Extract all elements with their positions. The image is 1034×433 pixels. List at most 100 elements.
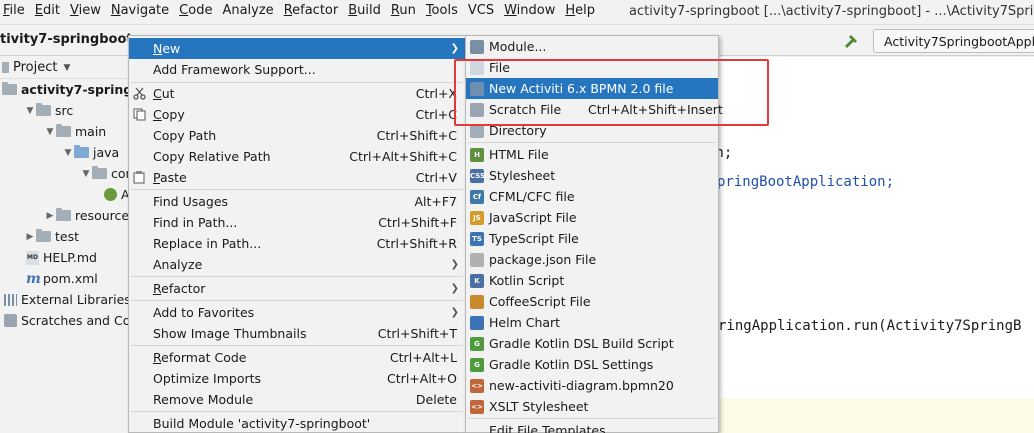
cut-icon: [133, 87, 147, 100]
menu-item-cut[interactable]: Cut Ctrl+X: [129, 83, 465, 104]
menu-item-label: Find in Path...: [153, 215, 238, 230]
menu-view[interactable]: View: [66, 0, 107, 22]
tree-item-java[interactable]: ▼ java: [62, 142, 119, 163]
tree-item-main[interactable]: ▼ main: [44, 121, 106, 142]
menu-item-reformat-code[interactable]: Reformat Code Ctrl+Alt+L: [129, 347, 465, 368]
submenu-item-label: Stylesheet: [489, 168, 556, 183]
menu-refactor[interactable]: Refactor: [280, 0, 345, 22]
helm-chart-icon: [470, 316, 484, 330]
chevron-right-icon[interactable]: ▶: [24, 232, 36, 242]
menu-item-add-framework-support[interactable]: Add Framework Support...: [129, 59, 465, 80]
menu-item-copy-path[interactable]: Copy Path Ctrl+Shift+C: [129, 125, 465, 146]
tree-item-label: External Libraries: [21, 292, 131, 307]
submenu-item-helm-chart[interactable]: Helm Chart: [466, 312, 718, 333]
submenu-item-gradle-kotlin-dsl-settings[interactable]: G Gradle Kotlin DSL Settings: [466, 354, 718, 375]
menu-item-label: Paste: [153, 170, 187, 185]
menu-item-copy-relative-path[interactable]: Copy Relative Path Ctrl+Alt+Shift+C: [129, 146, 465, 167]
submenu-item-javascript-file[interactable]: JS JavaScript File: [466, 207, 718, 228]
menu-item-find-in-path[interactable]: Find in Path... Ctrl+Shift+F: [129, 212, 465, 233]
menu-tools[interactable]: Tools: [422, 0, 464, 22]
tree-item-test[interactable]: ▶ test: [24, 226, 79, 247]
menu-item-paste[interactable]: Paste Ctrl+V: [129, 167, 465, 188]
menu-item-optimize-imports[interactable]: Optimize Imports Ctrl+Alt+O: [129, 368, 465, 389]
project-panel-header[interactable]: Project ▼: [0, 57, 130, 79]
project-breadcrumb[interactable]: tivity7-springboot: [0, 32, 133, 47]
menu-item-add-to-favorites[interactable]: Add to Favorites ❯: [129, 302, 465, 323]
menu-file[interactable]: File: [0, 0, 31, 22]
tree-item-scratches[interactable]: Scratches and Cor: [4, 310, 135, 331]
menu-item-refactor[interactable]: Refactor ❯: [129, 278, 465, 299]
directory-icon: [470, 124, 484, 138]
submenu-item-label: Module...: [489, 39, 547, 54]
submenu-item-label: package.json File: [489, 252, 597, 267]
submenu-item-coffeescript-file[interactable]: CoffeeScript File: [466, 291, 718, 312]
menu-window[interactable]: Window: [500, 0, 561, 22]
menu-item-shortcut: Ctrl+Alt+Shift+C: [349, 149, 457, 164]
menu-edit[interactable]: Edit: [31, 0, 66, 22]
submenu-item-html-file[interactable]: H HTML File: [466, 144, 718, 165]
menu-item-analyze[interactable]: Analyze ❯: [129, 254, 465, 275]
menu-item-label: Optimize Imports: [153, 371, 262, 386]
menu-item-show-image-thumbnails[interactable]: Show Image Thumbnails Ctrl+Shift+T: [129, 323, 465, 344]
chevron-down-icon[interactable]: ▼: [24, 106, 36, 116]
submenu-item-stylesheet[interactable]: CSS Stylesheet: [466, 165, 718, 186]
chevron-down-icon[interactable]: ▼: [44, 127, 56, 137]
run-configuration-selector[interactable]: Activity7SpringbootApplication: [873, 29, 1034, 53]
submenu-item-typescript-file[interactable]: TS TypeScript File: [466, 228, 718, 249]
menu-separator: [131, 300, 463, 301]
xslt-file-icon: <>: [470, 400, 484, 414]
paste-icon: [133, 171, 147, 184]
tree-item-resources[interactable]: ▶ resource: [44, 205, 129, 226]
menu-vcs[interactable]: VCS: [464, 0, 500, 22]
menu-item-copy[interactable]: Copy Ctrl+C: [129, 104, 465, 125]
chevron-down-icon[interactable]: ▼: [80, 169, 92, 179]
menu-item-label: Copy: [153, 107, 185, 122]
build-hammer-icon[interactable]: [843, 32, 861, 53]
chevron-right-icon[interactable]: ▶: [44, 211, 56, 221]
submenu-item-edit-file-templates[interactable]: Edit File Templates...: [466, 420, 718, 433]
menu-item-shortcut: Ctrl+X: [415, 86, 457, 101]
menu-analyze[interactable]: Analyze: [218, 0, 279, 22]
submenu-item-gradle-kotlin-dsl-build-script[interactable]: G Gradle Kotlin DSL Build Script: [466, 333, 718, 354]
menu-build[interactable]: Build: [344, 0, 387, 22]
chevron-right-icon: ❯: [450, 307, 459, 318]
submenu-item-new-activiti-diagram-bpmn20[interactable]: <> new-activiti-diagram.bpmn20: [466, 375, 718, 396]
submenu-item-label: Edit File Templates...: [489, 423, 618, 433]
submenu-item-xslt-stylesheet[interactable]: <> XSLT Stylesheet: [466, 396, 718, 417]
code-line: pringBootApplication;: [717, 174, 895, 190]
submenu-item-label: TypeScript File: [489, 231, 579, 246]
menu-code[interactable]: Code: [175, 0, 218, 22]
tree-item-help-md[interactable]: MD HELP.md: [26, 247, 97, 268]
tree-item-src[interactable]: ▼ src: [24, 100, 73, 121]
menu-item-shortcut: Ctrl+V: [415, 170, 457, 185]
submenu-item-kotlin-script[interactable]: K Kotlin Script: [466, 270, 718, 291]
copy-icon: [133, 108, 147, 121]
menu-item-label: Remove Module: [153, 392, 254, 407]
menu-help[interactable]: Help: [561, 0, 601, 22]
tree-item-external-libraries[interactable]: External Libraries: [4, 289, 131, 310]
menu-item-replace-in-path[interactable]: Replace in Path... Ctrl+Shift+R: [129, 233, 465, 254]
menu-run[interactable]: Run: [387, 0, 422, 22]
menu-item-label: New: [153, 41, 181, 56]
menu-item-label: Replace in Path...: [153, 236, 262, 251]
menu-item-label: Add to Favorites: [153, 305, 255, 320]
submenu-item-module[interactable]: Module...: [466, 36, 718, 57]
submenu-item-label: HTML File: [489, 147, 549, 162]
menu-navigate[interactable]: Navigate: [107, 0, 175, 22]
resources-folder-icon: [56, 208, 71, 221]
libraries-icon: [4, 293, 17, 306]
submenu-item-cfml-cfc-file[interactable]: Cf CFML/CFC file: [466, 186, 718, 207]
project-panel-icon: [2, 62, 9, 73]
chevron-down-icon[interactable]: ▼: [62, 148, 74, 158]
chevron-down-icon[interactable]: ▼: [63, 63, 70, 73]
tree-item-pom-xml[interactable]: m pom.xml: [26, 268, 98, 289]
menu-item-remove-module[interactable]: Remove Module Delete: [129, 389, 465, 410]
menu-item-find-usages[interactable]: Find Usages Alt+F7: [129, 191, 465, 212]
menu-item-new[interactable]: New ❯: [129, 38, 465, 59]
source-folder-icon: [74, 145, 89, 158]
submenu-item-package-json-file[interactable]: package.json File: [466, 249, 718, 270]
tree-item-application-class[interactable]: A: [104, 184, 130, 205]
submenu-item-label: Helm Chart: [489, 315, 561, 330]
menu-item-build-module[interactable]: Build Module 'activity7-springboot': [129, 413, 465, 433]
cfml-file-icon: Cf: [470, 190, 484, 204]
